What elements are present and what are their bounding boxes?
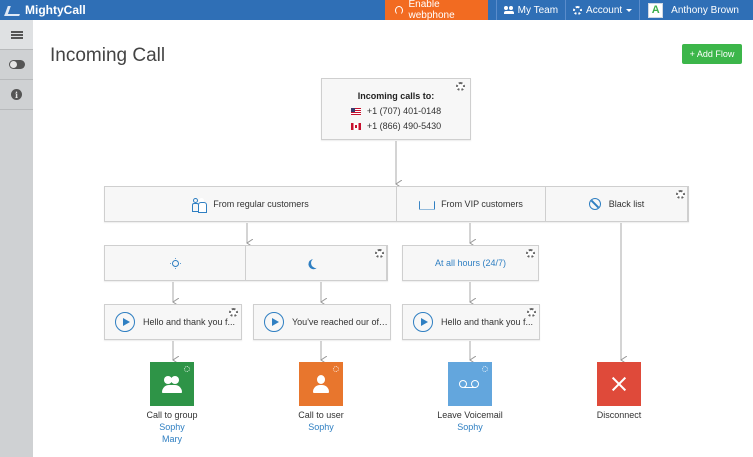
call-to-user-tile[interactable] (299, 362, 343, 406)
action-assignee[interactable]: Mary (122, 434, 222, 444)
hamburger-icon (10, 30, 23, 39)
add-flow-button[interactable]: + Add Flow (682, 44, 742, 64)
enable-webphone-button[interactable]: Enable webphone (384, 0, 488, 21)
action-label: Leave Voicemail (437, 410, 503, 420)
schedule-all-hours[interactable]: At all hours (24/7) (402, 245, 539, 281)
segment-label: From VIP customers (441, 199, 523, 209)
close-icon (610, 375, 628, 393)
gear-icon (573, 5, 583, 15)
top-bar-actions: Enable webphone My Team Account A Anthon… (384, 0, 753, 21)
logo-icon (6, 4, 20, 16)
my-team-link[interactable]: My Team (497, 0, 565, 20)
page-title: Incoming Call (50, 45, 166, 66)
action-label: Disconnect (596, 410, 642, 420)
greeting-node[interactable]: Hello and thank you f... (402, 304, 540, 340)
incoming-title: Incoming calls to: (357, 91, 435, 101)
gear-icon[interactable] (456, 82, 465, 91)
gear-icon[interactable] (229, 308, 238, 317)
play-icon[interactable] (264, 312, 284, 332)
flag-us-icon (350, 107, 361, 115)
ban-icon (588, 198, 601, 210)
moon-icon (310, 257, 323, 270)
my-team-label: My Team (517, 4, 559, 16)
segment-black-list[interactable]: Black list (546, 187, 688, 221)
user-name: Anthony Brown (671, 4, 739, 16)
people-icon (192, 197, 206, 212)
greeting-node[interactable]: Hello and thank you f... (104, 304, 242, 340)
leave-voicemail-tile[interactable] (448, 362, 492, 406)
action-assignee[interactable]: Sophy (122, 422, 222, 432)
app-name: MightyCall (25, 3, 86, 17)
chevron-down-icon (626, 8, 633, 12)
info-icon: i (11, 89, 22, 100)
disconnect-tile[interactable] (597, 362, 641, 406)
sun-icon (171, 259, 179, 267)
gear-icon[interactable] (375, 249, 384, 258)
action-assignee[interactable]: Sophy (420, 422, 520, 432)
group-icon (162, 374, 182, 394)
call-to-group-tile[interactable] (150, 362, 194, 406)
customer-segments: From regular customers From VIP customer… (104, 186, 689, 222)
gear-icon[interactable] (676, 190, 685, 199)
action-assignee[interactable]: Sophy (271, 422, 371, 432)
phone-number: +1 (866) 490-5430 (366, 121, 442, 131)
phone-number-row: +1 (866) 490-5430 (322, 121, 470, 131)
webphone-label: Enable webphone (408, 0, 455, 21)
avatar: A (648, 2, 664, 18)
play-icon[interactable] (115, 312, 135, 332)
crown-icon (419, 198, 436, 210)
segment-regular-customers[interactable]: From regular customers (105, 187, 397, 221)
user-menu[interactable]: A Anthony Brown (640, 0, 753, 20)
action-label: Call to group (146, 410, 198, 420)
phone-number-row: +1 (707) 401-0148 (322, 106, 470, 116)
gear-icon[interactable] (527, 308, 536, 317)
account-label: Account (586, 4, 623, 16)
user-icon (313, 374, 329, 394)
sidebar-item-menu[interactable] (0, 20, 33, 50)
gear-icon[interactable] (526, 249, 535, 258)
toggle-icon (8, 60, 25, 69)
phone-number: +1 (707) 401-0148 (366, 106, 442, 116)
team-icon (503, 6, 514, 14)
all-hours-label: At all hours (24/7) (434, 258, 507, 268)
segment-label: Black list (608, 199, 645, 209)
settings-dots-icon[interactable] (184, 366, 190, 372)
settings-dots-icon[interactable] (482, 366, 488, 372)
top-bar: MightyCall Enable webphone My Team Accou… (0, 0, 753, 21)
schedule-split (104, 245, 388, 281)
voicemail-icon (459, 379, 481, 389)
greeting-node[interactable]: You've reached our offi... (253, 304, 391, 340)
greeting-text: Hello and thank you f... (441, 317, 534, 327)
incoming-calls-node[interactable]: Incoming calls to: +1 (707) 401-0148 +1 … (321, 78, 471, 140)
app-logo[interactable]: MightyCall (0, 0, 86, 20)
greeting-text: You've reached our offi... (292, 317, 388, 327)
settings-dots-icon[interactable] (333, 366, 339, 372)
voicemail-bar (464, 386, 476, 388)
greeting-text: Hello and thank you f... (143, 317, 236, 327)
account-menu[interactable]: Account (566, 0, 639, 20)
schedule-night[interactable] (246, 246, 387, 280)
action-label: Call to user (298, 410, 344, 420)
sidebar-item-toggle[interactable] (0, 50, 33, 80)
headset-icon (394, 5, 403, 15)
segment-label: From regular customers (213, 199, 309, 209)
segment-vip-customers[interactable]: From VIP customers (397, 187, 546, 221)
left-sidebar: i (0, 20, 33, 457)
play-icon[interactable] (413, 312, 433, 332)
sidebar-item-info[interactable]: i (0, 80, 33, 110)
flag-ca-icon (350, 122, 361, 130)
schedule-day[interactable] (105, 246, 246, 280)
